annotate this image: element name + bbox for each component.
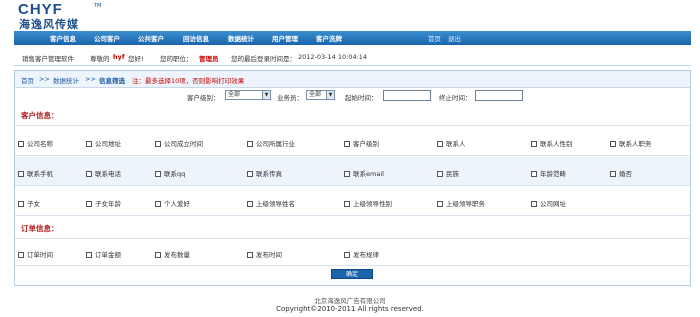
chevron-down-icon: ▼ [262,91,270,99]
checkbox-children-age[interactable]: 子女年龄 [86,198,121,208]
top-nav: 客户信息 公司客户 公共客户 回访信息 数据统计 用户管理 客户洗牌 首页 退出 [14,31,691,45]
checkbox-publish-pattern[interactable]: 发布规律 [344,249,379,259]
last-login-time: 2012-03-14 10:04:14 [298,53,368,61]
greeting-suffix: 您好! [128,55,144,63]
checkbox-phone[interactable]: 联系电话 [86,168,121,178]
breadcrumb-statistics[interactable]: 数据统计 [53,75,79,85]
footer-company: 北京海逸风广告有限公司 [314,297,386,305]
level-select[interactable]: 全部 ▼ [225,90,271,100]
checkbox-children[interactable]: 子女 [18,198,40,208]
checkbox-company-name[interactable]: 公司名称 [18,138,53,148]
system-name: 销售客户管理软件 [22,55,74,63]
nav-item-company-customers[interactable]: 公司客户 [94,33,120,43]
logo-cn: 海逸风传媒 [19,18,79,31]
checkbox-row: 联系手机 联系电话 联系qq 联系传真 联系email 民族 年龄范畴 婚否 [15,157,690,186]
footer-copyright: Copyright©2010-2011 All rights reserved. [276,305,424,313]
nav-logout-link[interactable]: 退出 [448,33,461,43]
customer-section-header: 客户信息： [15,104,690,126]
checkbox-publish-time[interactable]: 发布时间 [247,249,282,259]
checkbox-age-range[interactable]: 年龄范畴 [531,168,566,178]
checkbox-contact-gender[interactable]: 联系人性别 [531,138,573,148]
checkbox-supervisor-name[interactable]: 上级领导姓名 [247,198,295,208]
breadcrumb-current: 信息筛选 [99,77,125,85]
checkbox-customer-level[interactable]: 客户级别 [344,138,379,148]
start-time-label: 起始时间： [345,94,378,102]
nav-home-link[interactable]: 首页 [428,33,441,43]
greeting-prefix: 尊敬的 [90,55,110,63]
checkbox-founded-date[interactable]: 公司成立时间 [155,138,203,148]
breadcrumb-sep: >> [85,75,96,83]
role-label: 您的职位： [160,55,193,63]
chevron-down-icon: ▼ [326,91,334,99]
checkbox-row: 子女 子女年龄 个人爱好 上级领导姓名 上级领导性别 上级领导职务 公司网址 [15,187,690,216]
start-time-input[interactable] [383,90,431,101]
checkbox-mobile[interactable]: 联系手机 [18,168,53,178]
checkbox-contact-title[interactable]: 联系人职务 [610,138,652,148]
checkbox-married[interactable]: 婚否 [610,168,632,178]
breadcrumb: 首页 >> 数据统计 >> 信息筛选 注：最多选择10项，否则影响打印效果 [15,71,690,88]
checkbox-qq[interactable]: 联系qq [155,168,185,178]
checkbox-email[interactable]: 联系email [344,168,384,178]
staff-select[interactable]: 全部 ▼ [306,90,335,100]
level-label: 客户级别： [187,94,220,102]
nav-item-customer-info[interactable]: 客户信息 [50,33,76,43]
logo: CHYF TM 海逸风传媒 [18,1,108,31]
end-time-input[interactable] [475,90,523,101]
breadcrumb-home[interactable]: 首页 [21,75,34,85]
checkbox-row: 订单时间 订单金额 发布数量 发布时间 发布规律 [15,240,690,266]
nav-item-statistics[interactable]: 数据统计 [228,33,254,43]
nav-item-shuffle[interactable]: 客户洗牌 [316,33,342,43]
breadcrumb-sep: >> [39,75,50,83]
nav-item-public-customers[interactable]: 公共客户 [138,33,164,43]
staff-select-value: 全部 [309,91,322,98]
end-time-label: 终止时间： [439,94,472,102]
checkbox-contact[interactable]: 联系人 [437,138,466,148]
trademark: TM [94,3,102,9]
checkbox-company-address[interactable]: 公司地址 [86,138,121,148]
filter-bar: 客户级别： 全部 ▼ 业务员： 全部 ▼ 起始时间： 终止时间： [15,89,690,103]
nav-item-users[interactable]: 用户管理 [272,33,298,43]
order-section-header: 订单信息： [15,217,690,239]
staff-label: 业务员： [277,94,303,102]
checkbox-supervisor-title[interactable]: 上级领导职务 [437,198,485,208]
level-select-value: 全部 [228,91,241,98]
username: hyf [113,53,125,61]
confirm-button[interactable]: 确定 [331,269,373,279]
checkbox-ethnicity[interactable]: 民族 [437,168,459,178]
checkbox-publish-count[interactable]: 发布数量 [155,249,190,259]
checkbox-order-time[interactable]: 订单时间 [18,249,53,259]
checkbox-industry[interactable]: 公司所属行业 [247,138,295,148]
selection-note: 注：最多选择10项，否则影响打印效果 [132,77,245,85]
nav-item-visits[interactable]: 回访信息 [183,33,209,43]
section-title: 订单信息： [21,224,59,233]
last-login-label: 您的最后登录时间是： [231,55,296,63]
checkbox-hobbies[interactable]: 个人爱好 [155,198,190,208]
checkbox-supervisor-gender[interactable]: 上级领导性别 [344,198,392,208]
filter-panel: 首页 >> 数据统计 >> 信息筛选 注：最多选择10项，否则影响打印效果 客户… [14,70,691,286]
info-bar: 销售客户管理软件 尊敬的 hyf 您好! 您的职位： 管理员 您的最后登录时间是… [14,47,691,66]
checkbox-order-amount[interactable]: 订单金额 [86,249,121,259]
checkbox-row: 公司名称 公司地址 公司成立时间 公司所属行业 客户级别 联系人 联系人性别 联… [15,127,690,156]
checkbox-fax[interactable]: 联系传真 [247,168,282,178]
role-value: 管理员 [199,55,219,63]
checkbox-website[interactable]: 公司网址 [531,198,566,208]
section-title: 客户信息： [21,111,59,120]
